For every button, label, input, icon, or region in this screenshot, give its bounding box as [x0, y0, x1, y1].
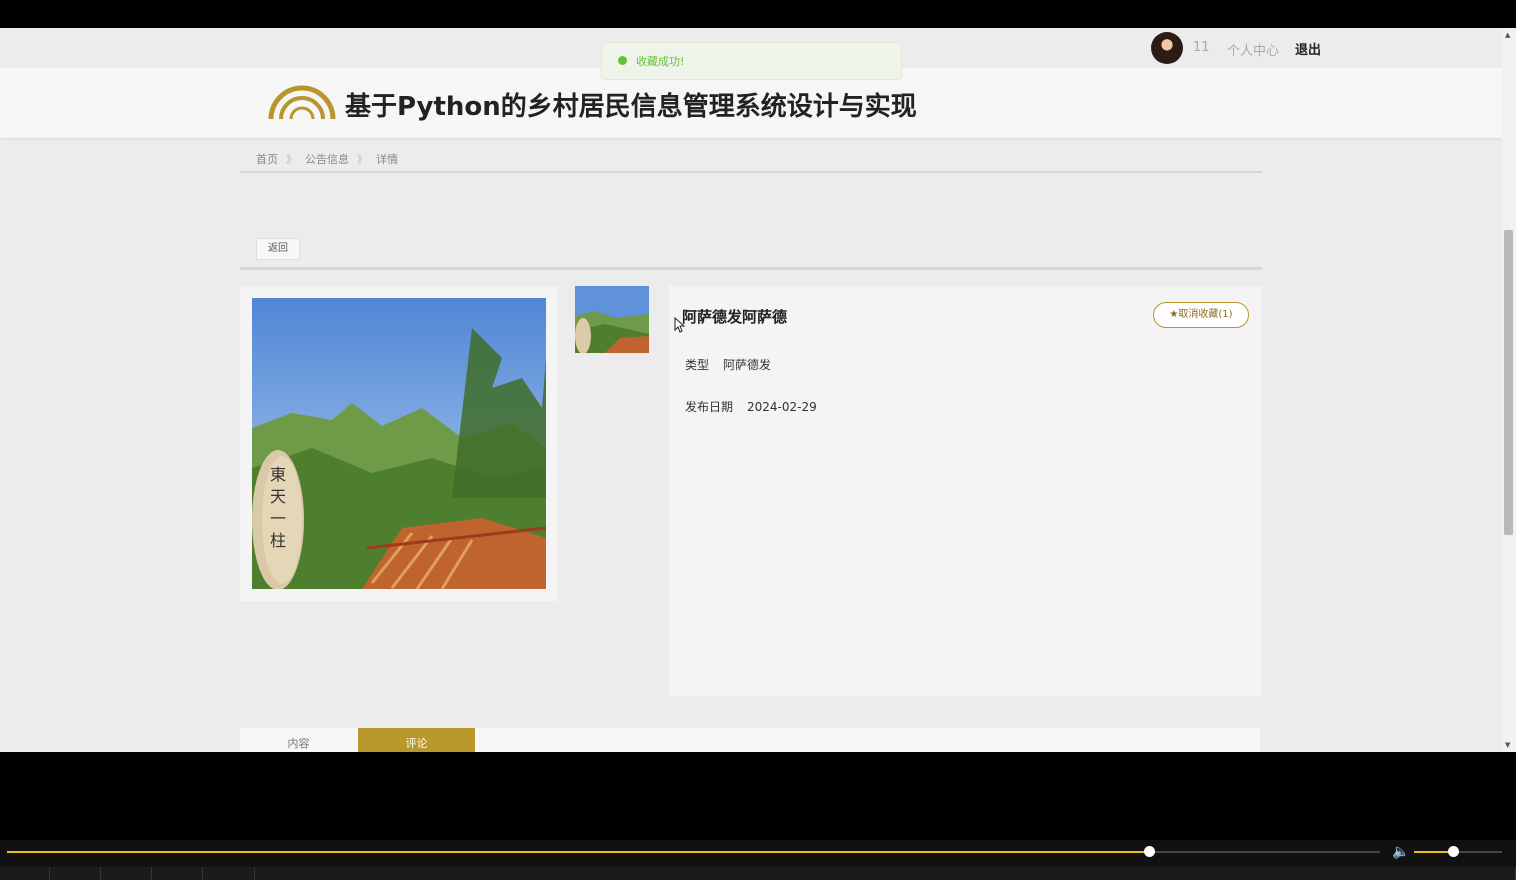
scrollbar-thumb[interactable] — [1504, 230, 1513, 535]
volume-fill — [1414, 851, 1453, 853]
strip-cell — [101, 867, 152, 880]
strip-cell — [0, 867, 50, 880]
breadcrumb-detail: 详情 — [376, 153, 398, 166]
unfavorite-button[interactable]: ★取消收藏(1) — [1153, 302, 1249, 328]
success-toast: 收藏成功! — [601, 42, 902, 80]
site-title: 基于Python的乡村居民信息管理系统设计与实现 — [345, 92, 917, 122]
strip-cell — [50, 867, 101, 880]
main-image: 東天一柱 — [252, 298, 546, 589]
logout-button[interactable]: 退出 — [1295, 39, 1321, 58]
volume-handle[interactable] — [1447, 846, 1459, 857]
field-label: 类型 — [685, 358, 710, 372]
breadcrumb: 首页》公告信息》详情 — [256, 151, 398, 167]
volume-slider[interactable] — [1414, 846, 1502, 857]
divider — [240, 171, 1262, 173]
browser-viewport: 11 个人中心 退出 收藏成功! 基于Python的乡村居民信息管理系统设计与实… — [0, 28, 1516, 752]
avatar[interactable] — [1151, 32, 1183, 64]
field-date: 发布日期 2024-02-29 — [685, 398, 817, 415]
breadcrumb-separator: 》 — [286, 153, 297, 166]
scroll-up-icon[interactable]: ▲ — [1505, 31, 1510, 39]
field-type: 类型 阿萨德发 — [685, 356, 771, 373]
field-value: 阿萨德发 — [723, 358, 772, 372]
volume-icon[interactable]: 🔈 — [1392, 844, 1409, 860]
detail-title: 阿萨德发阿萨德 — [682, 308, 788, 326]
tab-bar: 内容 评论 — [240, 728, 1260, 752]
video-player-bar: 🔈 — [0, 840, 1516, 880]
progress-track[interactable] — [7, 846, 1380, 857]
strip-cell — [1463, 867, 1516, 880]
divider — [240, 267, 1262, 270]
scroll-down-icon[interactable]: ▼ — [1505, 741, 1510, 749]
strip-cell — [152, 867, 203, 880]
field-value: 2024-02-29 — [747, 400, 817, 414]
back-button[interactable]: 返回 — [256, 238, 300, 260]
site-logo-icon — [268, 85, 336, 120]
player-strip — [0, 867, 1516, 880]
success-icon — [618, 56, 627, 65]
progress-handle[interactable] — [1144, 846, 1156, 857]
thumbnail-image[interactable] — [575, 286, 649, 353]
vertical-scrollbar[interactable]: ▲ ▼ — [1502, 28, 1516, 752]
progress-fill — [7, 851, 1150, 853]
breadcrumb-notice[interactable]: 公告信息 — [305, 153, 349, 166]
mouse-cursor-icon — [674, 317, 686, 333]
personal-center-link[interactable]: 个人中心 — [1227, 40, 1279, 59]
breadcrumb-separator: 》 — [357, 153, 368, 166]
main-image-frame: 東天一柱 — [240, 286, 558, 601]
toast-message: 收藏成功! — [636, 55, 685, 68]
tab-comments[interactable]: 评论 — [358, 728, 475, 752]
detail-panel: 阿萨德发阿萨德 ★取消收藏(1) 类型 阿萨德发 发布日期 2024-02-29 — [669, 286, 1262, 696]
strip-cell — [203, 867, 255, 880]
user-id: 11 — [1193, 40, 1210, 55]
tab-content[interactable]: 内容 — [240, 728, 357, 752]
breadcrumb-home[interactable]: 首页 — [256, 153, 278, 166]
field-label: 发布日期 — [685, 400, 734, 414]
